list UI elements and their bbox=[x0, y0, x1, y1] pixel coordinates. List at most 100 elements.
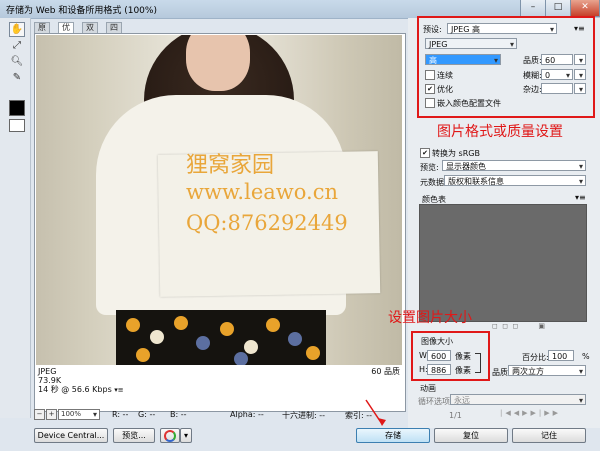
optimized-label: 优化 bbox=[437, 85, 453, 94]
download-speed-menu-icon[interactable]: ▾≡ bbox=[114, 386, 123, 394]
zoom-tool-icon[interactable]: 🔍︎ bbox=[9, 54, 25, 69]
zoom-in-button[interactable]: + bbox=[46, 409, 57, 420]
preset-label: 预设: bbox=[423, 25, 442, 34]
browser-menu-chevron-icon[interactable]: ▾ bbox=[180, 428, 192, 443]
eyedropper-color-swatch[interactable] bbox=[9, 100, 25, 116]
quality-preset-select[interactable]: 高 bbox=[425, 54, 501, 66]
loop-label: 循环选项: bbox=[418, 397, 453, 406]
preview-color-select[interactable]: 显示器颜色 bbox=[442, 160, 586, 172]
preview-image[interactable]: 狸窝家园 www.leawo.cn QQ:876292449 bbox=[36, 35, 402, 365]
format-select[interactable]: JPEG bbox=[425, 38, 517, 50]
status-bar: − + 100% R: -- G: -- B: -- Alpha: -- 十六进… bbox=[30, 409, 406, 421]
watermark-title: 狸窝家园 bbox=[186, 153, 275, 178]
matte-menu-button[interactable] bbox=[574, 83, 586, 95]
color-table[interactable] bbox=[419, 204, 587, 322]
info-quality: 60 品质 bbox=[371, 367, 400, 376]
preview-color-label: 预览: bbox=[420, 163, 439, 172]
embed-profile-label: 嵌入颜色配置文件 bbox=[437, 99, 501, 108]
annotation-arrow-icon bbox=[365, 399, 386, 426]
blur-input[interactable]: 0 bbox=[541, 69, 573, 81]
color-table-menu-icon[interactable]: ▾≡ bbox=[575, 193, 586, 202]
window-title: 存储为 Web 和设备所用格式 (100%) bbox=[6, 6, 157, 16]
constrain-link-icon[interactable] bbox=[475, 353, 481, 373]
width-unit: 像素 bbox=[455, 352, 471, 361]
reset-button[interactable]: 复位 bbox=[434, 428, 508, 443]
frame-counter: 1/1 bbox=[449, 411, 462, 420]
last-frame-icon[interactable]: ▶▶ bbox=[544, 409, 561, 417]
progressive-checkbox[interactable] bbox=[425, 70, 435, 80]
convert-srgb-label: 转换为 sRGB bbox=[432, 149, 480, 158]
delete-color-icon[interactable]: ▣ bbox=[538, 322, 545, 330]
slice-select-tool-icon[interactable]: ⤢ bbox=[9, 38, 25, 53]
height-input[interactable]: 886 bbox=[427, 364, 451, 375]
zoom-out-button[interactable]: − bbox=[34, 409, 45, 420]
zoom-select[interactable]: 100% bbox=[58, 409, 100, 420]
minimize-button[interactable]: – bbox=[520, 0, 546, 17]
image-size-title: 图像大小 bbox=[421, 337, 453, 346]
matte-swatch[interactable] bbox=[541, 83, 573, 94]
hand-tool-icon[interactable]: ✋ bbox=[9, 22, 25, 37]
tab-4up[interactable]: 四联 bbox=[106, 22, 122, 42]
percent-label: 百分比: bbox=[522, 353, 549, 362]
percent-unit: % bbox=[582, 352, 590, 361]
color-table-toolbar: ◻ ◻ ◻ ▣ bbox=[492, 322, 592, 330]
optimized-checkbox[interactable]: ✔ bbox=[425, 84, 435, 94]
preview-button[interactable]: 预览... bbox=[113, 428, 155, 443]
matte-label: 杂边: bbox=[523, 85, 542, 94]
watermark-url: www.leawo.cn bbox=[186, 180, 338, 204]
blur-slider-button[interactable] bbox=[574, 69, 586, 81]
watermark-qq: QQ:876292449 bbox=[186, 211, 348, 235]
prev-frame-icon[interactable]: ◀ bbox=[514, 409, 522, 417]
toggle-slices-icon[interactable] bbox=[9, 119, 25, 132]
format-settings-box: 预设: JPEG 高 ▾≡ JPEG 高 品质: 60 连续 模糊: 0 ✔ 优… bbox=[417, 16, 595, 118]
tool-column: ✋ ⤢ 🔍︎ ✎ bbox=[0, 18, 31, 418]
optimize-menu-icon[interactable]: ▾≡ bbox=[574, 24, 585, 33]
size-annotation: 设置图片大小 bbox=[388, 310, 472, 326]
metadata-select[interactable]: 版权和联系信息 bbox=[444, 175, 586, 187]
convert-srgb-checkbox[interactable]: ✔ bbox=[420, 148, 430, 158]
tab-optimized[interactable]: 优化 bbox=[58, 22, 74, 42]
percent-input[interactable]: 100 bbox=[548, 350, 574, 361]
status-b: B: -- bbox=[170, 410, 187, 419]
width-input[interactable]: 600 bbox=[427, 350, 451, 361]
preset-select[interactable]: JPEG 高 bbox=[447, 23, 557, 35]
info-size: 73.9K bbox=[38, 376, 62, 385]
loop-select[interactable]: 永远 bbox=[450, 394, 586, 406]
status-g: G: -- bbox=[138, 410, 156, 419]
status-hex: 十六进制: -- bbox=[282, 411, 326, 420]
next-frame-icon[interactable]: ▶| bbox=[531, 409, 545, 417]
lock-color-icon[interactable]: ◻ bbox=[502, 322, 508, 330]
resample-select[interactable]: 两次立方 bbox=[508, 365, 586, 377]
quality-slider-button[interactable] bbox=[574, 54, 586, 66]
quality-input[interactable]: 60 bbox=[541, 54, 573, 65]
height-unit: 像素 bbox=[455, 366, 471, 375]
maximize-button[interactable]: □ bbox=[545, 0, 571, 17]
tab-original[interactable]: 原稿 bbox=[34, 22, 50, 42]
device-central-button[interactable]: Device Central... bbox=[34, 428, 108, 443]
info-time: 14 秒 @ 56.6 Kbps bbox=[38, 385, 112, 394]
blur-label: 模糊: bbox=[523, 71, 542, 80]
browser-icon[interactable] bbox=[160, 428, 180, 443]
first-frame-icon[interactable]: |◀ bbox=[500, 409, 514, 417]
animation-controls: |◀◀▶▶|▶▶ bbox=[500, 409, 561, 417]
info-format: JPEG bbox=[38, 367, 57, 376]
web-snap-icon[interactable]: ◻ bbox=[513, 322, 519, 330]
save-button[interactable]: 存储 bbox=[356, 428, 430, 443]
progressive-label: 连续 bbox=[437, 71, 453, 80]
photo-skirt bbox=[116, 310, 326, 365]
close-button[interactable]: ✕ bbox=[570, 0, 600, 17]
tab-2up[interactable]: 双联 bbox=[82, 22, 98, 42]
metadata-label: 元数据: bbox=[420, 178, 447, 187]
format-annotation: 图片格式或质量设置 bbox=[437, 124, 563, 140]
map-color-icon[interactable]: ◻ bbox=[492, 322, 498, 330]
remember-button[interactable]: 记住 bbox=[512, 428, 586, 443]
animation-title: 动画 bbox=[420, 384, 436, 393]
quality-label: 品质: bbox=[523, 56, 542, 65]
embed-profile-checkbox[interactable] bbox=[425, 98, 435, 108]
play-icon[interactable]: ▶ bbox=[522, 409, 530, 417]
image-info: JPEG 73.9K 14 秒 @ 56.6 Kbps ▾≡ 60 品质 bbox=[38, 367, 400, 403]
photo-face bbox=[186, 35, 250, 91]
eyedropper-tool-icon[interactable]: ✎ bbox=[9, 70, 25, 85]
status-r: R: -- bbox=[112, 410, 129, 419]
image-size-box: 图像大小 W: 600 像素 H: 886 像素 bbox=[411, 331, 490, 381]
